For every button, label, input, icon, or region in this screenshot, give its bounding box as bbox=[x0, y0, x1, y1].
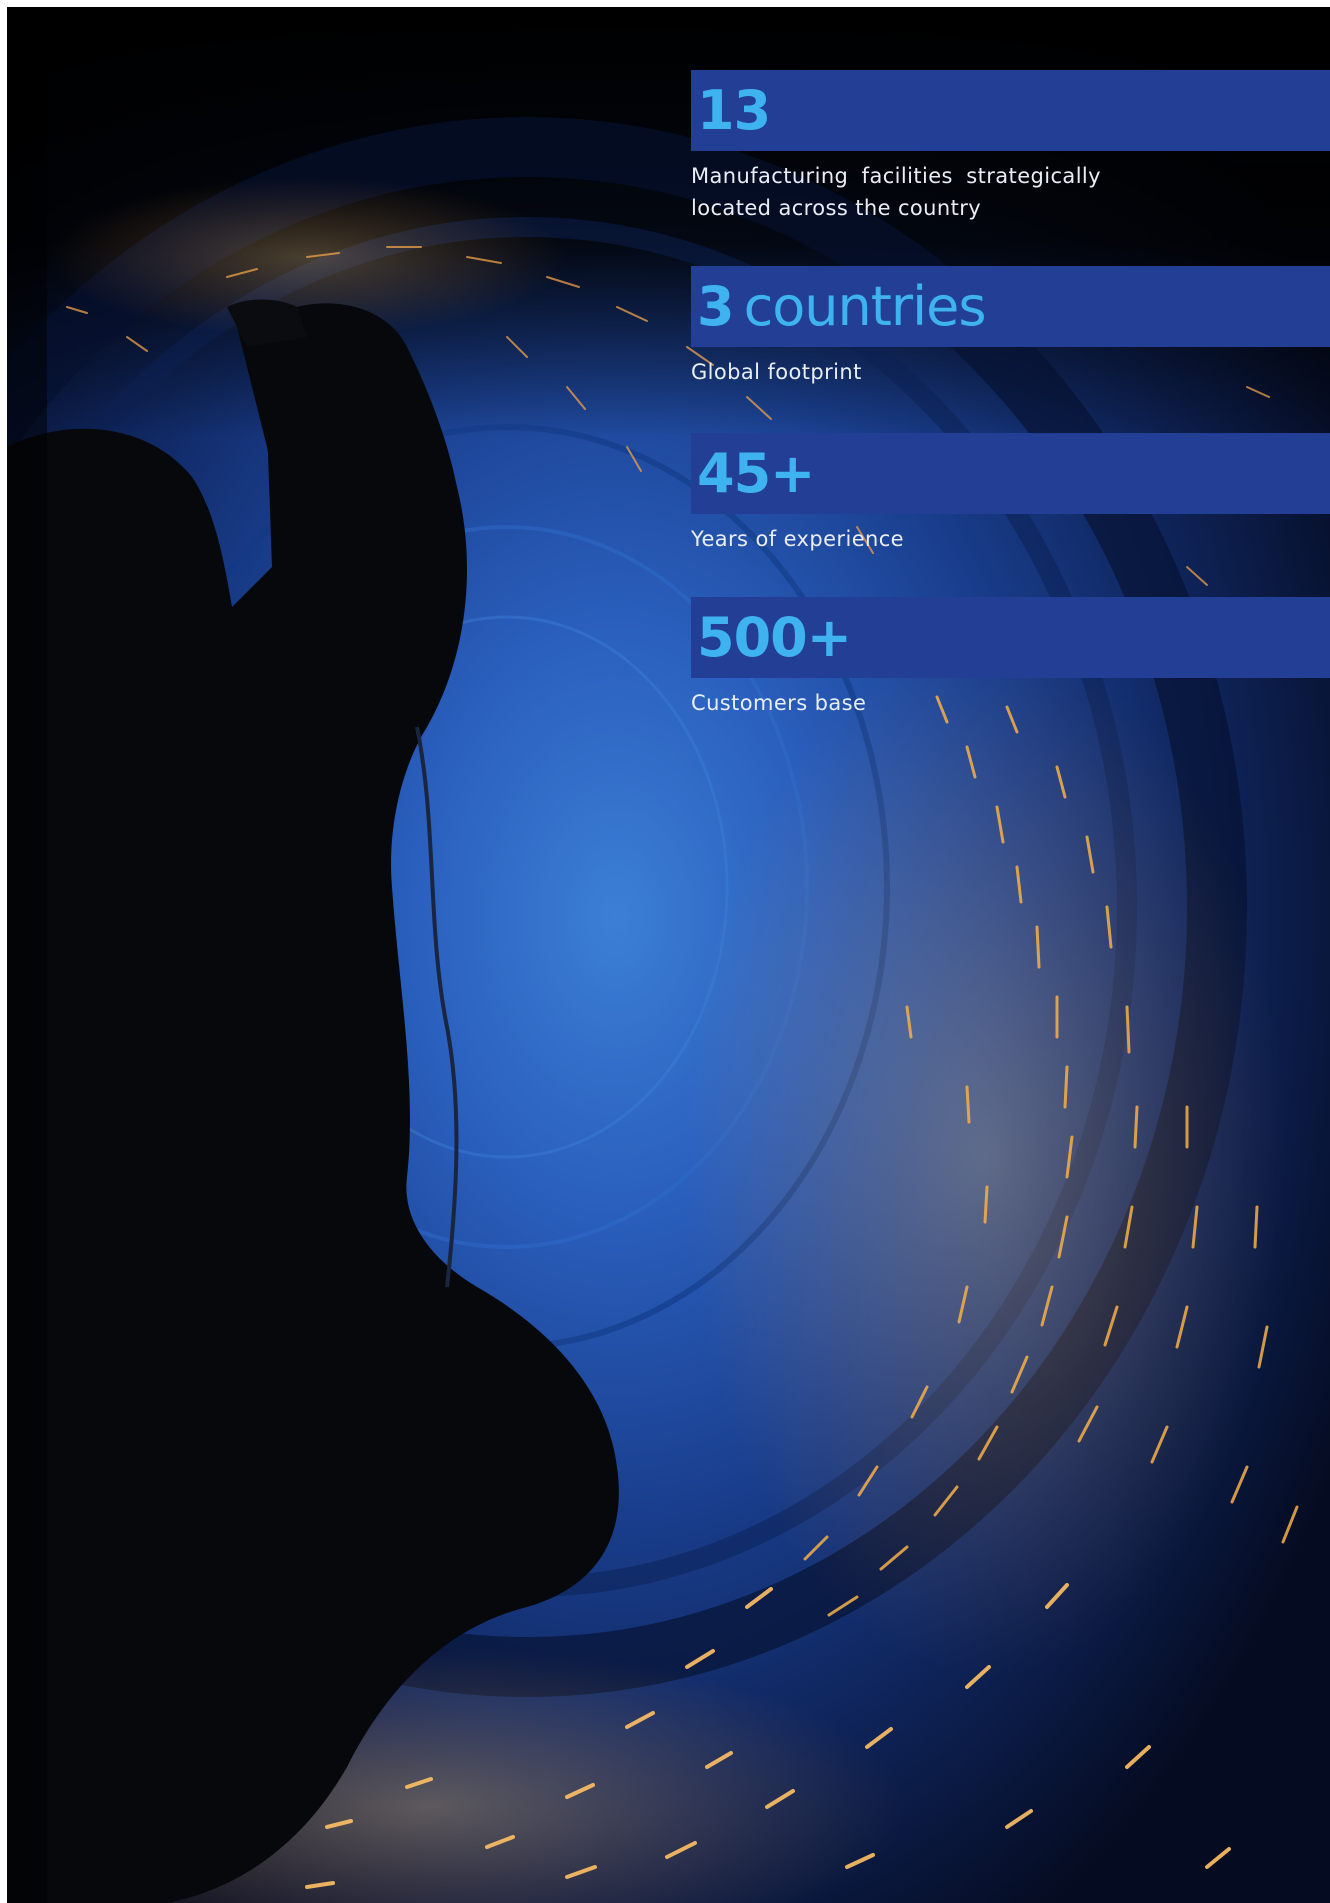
stat-description: Global footprint bbox=[691, 360, 862, 384]
stat-description: Years of experience bbox=[691, 527, 904, 551]
stat-description: Customers base bbox=[691, 691, 867, 715]
stat-unit: countries bbox=[743, 275, 987, 338]
stat-number: 45+ bbox=[697, 442, 815, 505]
stat-description: Manufacturing facilities strategically l… bbox=[691, 164, 1101, 220]
stat-number: 3 bbox=[697, 275, 735, 338]
stat-number: 13 bbox=[697, 79, 771, 142]
stat-number: 500+ bbox=[697, 606, 852, 669]
page: 13 Manufacturing facilities strategicall… bbox=[7, 7, 1330, 1903]
stat-value: 45+ bbox=[697, 437, 815, 510]
stat-value: 13 bbox=[697, 74, 771, 147]
stat-value: 500+ bbox=[697, 601, 852, 674]
stat-value: 3 countries bbox=[697, 270, 986, 343]
stat-value-bar bbox=[691, 70, 1330, 151]
